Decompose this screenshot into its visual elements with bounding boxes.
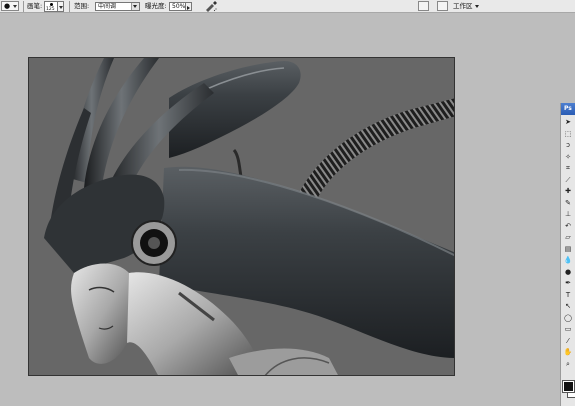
brush-tool-icon[interactable]: ✎ [562,198,574,208]
marquee-tool-icon[interactable]: ⬚ [562,129,574,139]
workspace-menu[interactable]: 工作区 [453,1,479,12]
crop-tool-icon[interactable]: ⌗ [562,163,574,173]
magic-wand-tool-icon[interactable]: ✧ [562,152,574,162]
brush-tip-icon [50,3,53,6]
shape-tool-icon[interactable]: ◯ [562,313,574,323]
chevron-down-icon [59,6,63,9]
workspace-label: 工作区 [453,2,473,10]
notes-tool-icon[interactable]: ▭ [562,324,574,334]
tool-preset-picker[interactable]: ● [1,1,19,11]
chevron-down-icon [131,3,139,10]
lasso-tool-icon[interactable]: ↄ [562,140,574,150]
brush-label: 画笔: [27,2,43,10]
exposure-slider-button[interactable] [186,2,192,11]
eyedropper-tool-icon[interactable]: ⁄ [562,336,574,346]
brush-preset-picker[interactable]: 125 [44,1,58,12]
separator [23,1,24,12]
move-tool-icon[interactable]: ➤ [562,117,574,127]
blur-tool-icon[interactable]: 💧 [562,255,574,265]
type-tool-icon[interactable]: T [562,290,574,300]
slice-tool-icon[interactable]: ⟋ [562,175,574,185]
hand-tool-icon[interactable]: ✋ [562,347,574,357]
exposure-value: 50% [172,3,186,10]
zoom-tool-icon[interactable]: ⌕ [562,359,574,369]
brush-picker-arrow-button[interactable] [58,1,64,12]
brush-size: 125 [46,7,55,12]
clone-stamp-tool-icon[interactable]: ⊥ [562,209,574,219]
range-value: 中间调 [98,3,117,10]
dodge-tool-icon: ● [4,2,11,10]
artwork-image [29,58,454,375]
separator [69,1,70,12]
document-canvas[interactable] [28,57,455,376]
airbrush-icon[interactable] [204,0,218,12]
options-bar: ● 画笔: 125 范围: 中间调 曝光度: 50% 工作区 [0,0,575,13]
range-label: 范围: [74,2,90,10]
pen-tool-icon[interactable]: ✒ [562,278,574,288]
dodge-tool-icon[interactable]: ● [562,267,574,277]
eraser-tool-icon[interactable]: ▱ [562,232,574,242]
range-select[interactable]: 中间调 [95,2,140,11]
chevron-down-icon [13,5,17,8]
foreground-color-swatch[interactable] [562,380,575,393]
path-selection-tool-icon[interactable]: ↖ [562,301,574,311]
gradient-tool-icon[interactable]: ▤ [562,244,574,254]
history-brush-tool-icon[interactable]: ↶ [562,221,574,231]
toolbox-header[interactable]: Ps [561,103,575,115]
file-browser-icon[interactable] [437,1,448,11]
exposure-input[interactable]: 50% [169,2,186,11]
healing-brush-tool-icon[interactable]: ✚ [562,186,574,196]
chevron-down-icon [474,4,479,8]
toolbox-panel: Ps ➤ ⬚ ↄ ✧ ⌗ ⟋ ✚ ✎ ⊥ ↶ ▱ ▤ 💧 ● ✒ T ↖ ◯ ▭ ⁄ ✋ ⌕ [560,103,575,406]
palette-well-icon[interactable] [418,1,429,11]
exposure-label: 曝光度: [145,2,167,10]
